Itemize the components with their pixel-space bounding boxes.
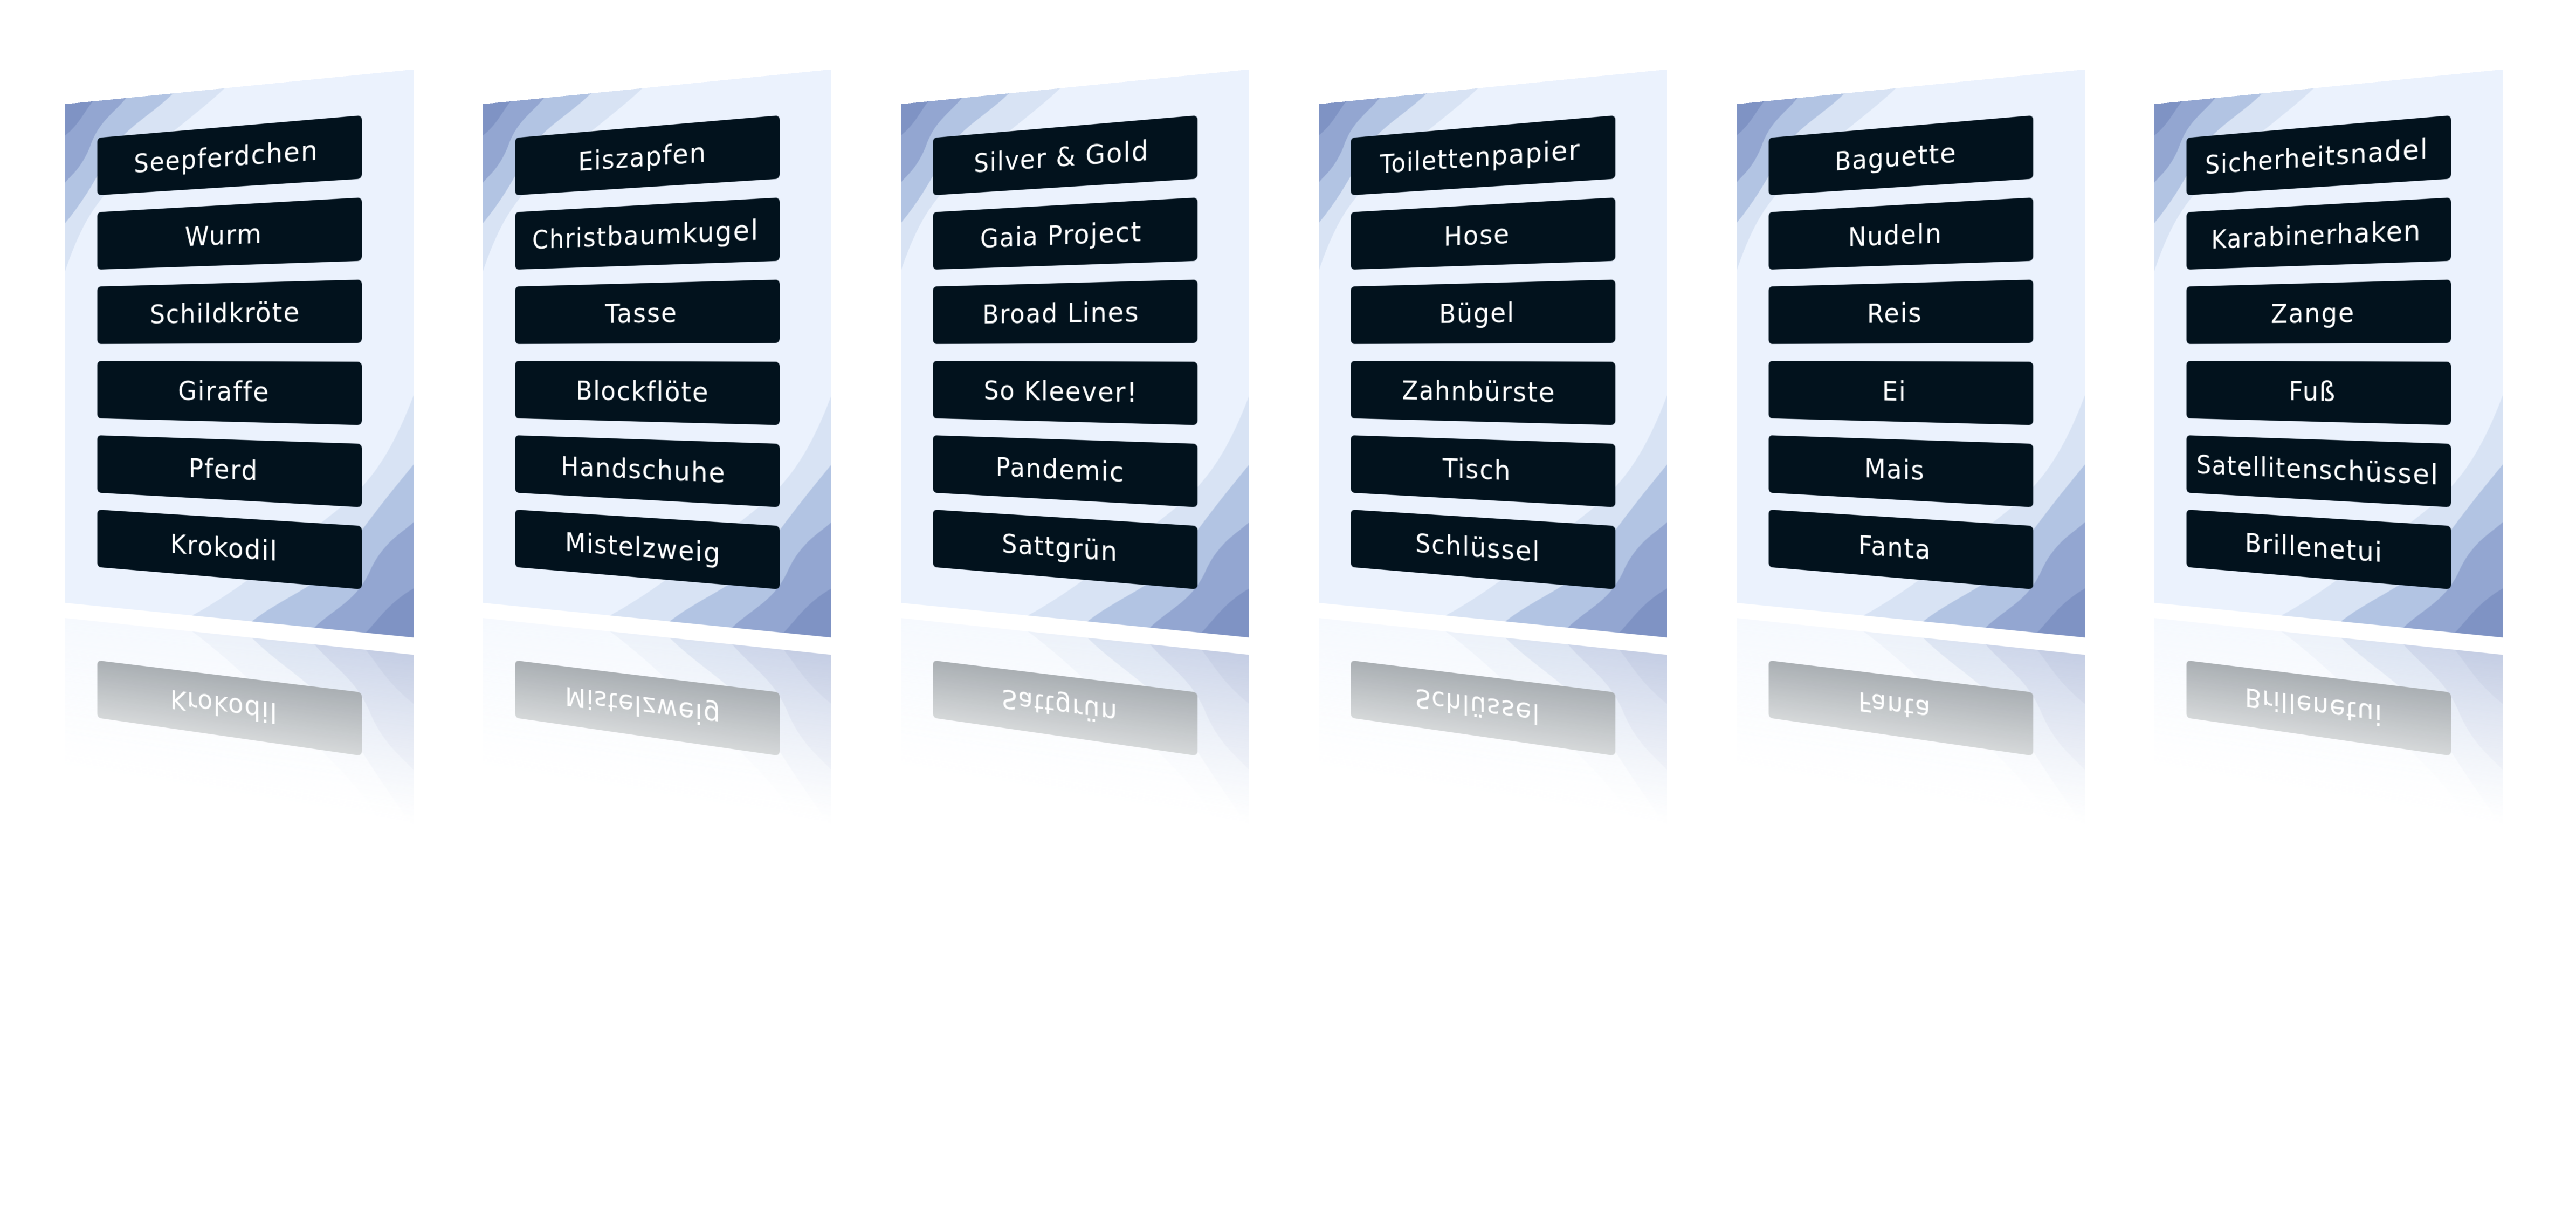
word-card[interactable]: Seepferdchen Wurm Schildkröte Giraffe Pferd K… bbox=[65, 69, 414, 1223]
card-reflection: Mistelzweig bbox=[483, 618, 832, 1223]
word-label[interactable]: Zange bbox=[2186, 279, 2451, 344]
card-face: Toilettenpapier Hose Bügel Zahnbürste Tisch S… bbox=[1318, 69, 1668, 638]
word-label[interactable]: Bügel bbox=[1351, 279, 1616, 344]
card-face: Seepferdchen Wurm Schildkröte Giraffe Pferd K… bbox=[65, 69, 414, 638]
card-face-reflected: Mistelzweig bbox=[483, 618, 832, 1223]
word-label[interactable]: Ei bbox=[1768, 361, 2034, 425]
word-card[interactable]: Baguette Nudeln Reis Ei Mais Fanta Fanta bbox=[1736, 69, 2085, 1223]
word-label[interactable]: Schildkröte bbox=[97, 279, 362, 344]
card-face-reflected: Schlüssel bbox=[1318, 618, 1668, 1223]
card-reflection: Fanta bbox=[1736, 618, 2085, 1223]
card-face: Silver & Gold Gaia Project Broad Lines So K… bbox=[900, 69, 1250, 638]
word-label[interactable]: Zahnbürste bbox=[1351, 361, 1616, 425]
word-label[interactable]: Blockflöte bbox=[515, 361, 780, 425]
card-reflection: Sattgrün bbox=[900, 618, 1250, 1223]
word-label[interactable]: So Kleever! bbox=[933, 361, 1198, 425]
card-reflection: Schlüssel bbox=[1318, 618, 1668, 1223]
card-face-reflected: Brillenetui bbox=[2154, 618, 2503, 1223]
word-card[interactable]: Sicherheitsnadel Karabinerhaken Zange Fuß Sa… bbox=[2154, 69, 2503, 1223]
card-reflection: Krokodil bbox=[65, 618, 414, 1223]
card-face-reflected: Sattgrün bbox=[900, 618, 1250, 1223]
word-label[interactable]: Fuß bbox=[2186, 361, 2451, 425]
word-label[interactable]: Reis bbox=[1768, 279, 2034, 344]
card-face: Sicherheitsnadel Karabinerhaken Zange Fuß Sa… bbox=[2154, 69, 2503, 638]
word-card[interactable]: Silver & Gold Gaia Project Broad Lines So K… bbox=[900, 69, 1250, 1223]
word-card[interactable]: Toilettenpapier Hose Bügel Zahnbürste Tisch S… bbox=[1318, 69, 1668, 1223]
card-face-reflected: Krokodil bbox=[65, 618, 414, 1223]
word-label[interactable]: Tasse bbox=[515, 279, 780, 344]
card-face: Baguette Nudeln Reis Ei Mais Fanta bbox=[1736, 69, 2085, 638]
card-reflection: Brillenetui bbox=[2154, 618, 2503, 1223]
word-card[interactable]: Eiszapfen Christbaumkugel Tasse Blockflöte H… bbox=[483, 69, 832, 1223]
word-label[interactable]: Broad Lines bbox=[933, 279, 1198, 344]
card-face: Eiszapfen Christbaumkugel Tasse Blockflöte H… bbox=[483, 69, 832, 638]
word-label[interactable]: Giraffe bbox=[97, 361, 362, 425]
card-face-reflected: Fanta bbox=[1736, 618, 2085, 1223]
